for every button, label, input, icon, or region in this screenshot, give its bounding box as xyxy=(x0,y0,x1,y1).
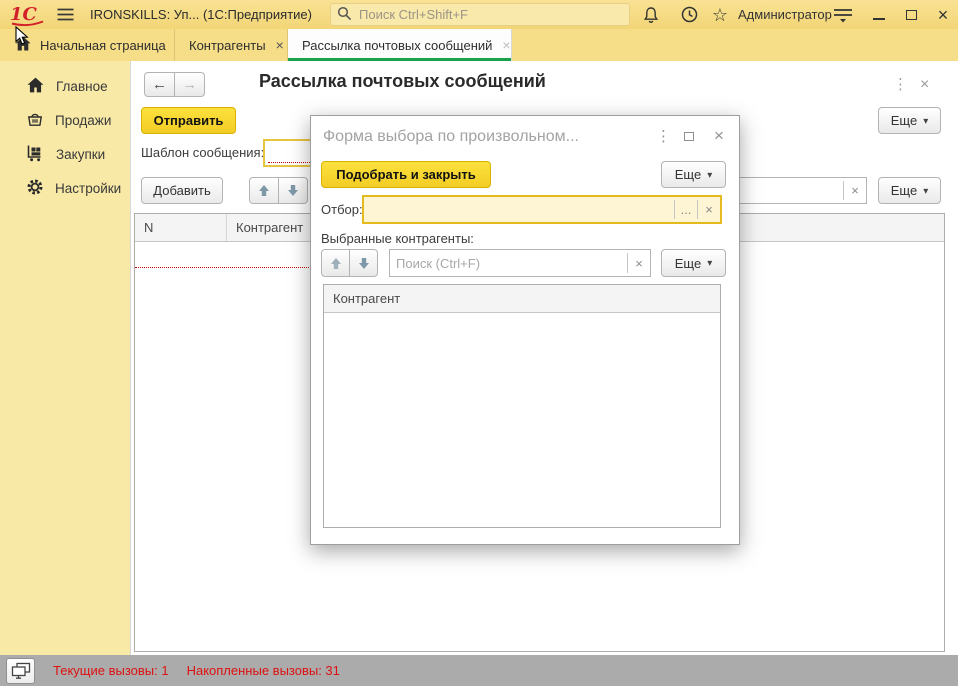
sidebar: Главное Продажи Закупки Настройки xyxy=(0,61,130,655)
1c-logo-icon: 1С xyxy=(8,0,46,29)
sidebar-item-label: Закупки xyxy=(56,147,105,162)
caret-down-icon: ▾ xyxy=(707,258,712,269)
tabbar: Начальная страница Контрагенты × Рассылк… xyxy=(0,29,958,61)
dialog-search-input[interactable] xyxy=(390,250,627,276)
sidebar-item-glavnoe[interactable]: Главное xyxy=(0,72,130,100)
current-calls: Текущие вызовы: 1 xyxy=(53,663,169,678)
sidebar-item-nastroyki[interactable]: Настройки xyxy=(0,174,130,202)
application-window: 1С IRONSKILLS: Уп... (1С:Предприятие) ☆ … xyxy=(0,0,958,686)
arrow-down-icon xyxy=(287,184,299,197)
tab-close-icon[interactable]: × xyxy=(502,38,510,52)
notifications-bell-icon[interactable] xyxy=(638,0,664,29)
back-arrow-icon: ← xyxy=(152,76,167,93)
basket-icon xyxy=(26,110,44,131)
home-icon xyxy=(26,76,45,97)
tab-label: Контрагенты xyxy=(189,38,266,53)
maximize-button[interactable] xyxy=(898,0,924,29)
form-more-button[interactable]: Еще ▾ xyxy=(878,107,941,134)
search-icon xyxy=(337,6,352,24)
arrow-up-icon xyxy=(330,257,342,270)
send-button[interactable]: Отправить xyxy=(141,107,236,134)
tab-label: Начальная страница xyxy=(40,38,166,53)
page-title: Рассылка почтовых сообщений xyxy=(259,71,546,92)
sidebar-item-zakupki[interactable]: Закупки xyxy=(0,140,130,168)
move-down-button[interactable] xyxy=(278,177,308,204)
forward-arrow-icon: → xyxy=(182,76,197,93)
tab-kontragenty[interactable]: Контрагенты × xyxy=(175,29,288,61)
home-icon xyxy=(14,35,32,55)
dialog-menu-kebab-icon[interactable]: ⋮ xyxy=(656,129,671,144)
arrow-up-icon xyxy=(258,184,270,197)
performance-indicator-icon[interactable] xyxy=(6,658,35,684)
dialog-move-down-button[interactable] xyxy=(349,249,378,277)
clear-filter-icon[interactable]: × xyxy=(698,197,720,222)
titlebar: 1С IRONSKILLS: Уп... (1С:Предприятие) ☆ … xyxy=(0,0,958,29)
selection-dialog: Форма выбора по произвольном... ⋮ × Подо… xyxy=(310,115,740,545)
list-more-button[interactable]: Еще ▾ xyxy=(878,177,941,204)
choose-ellipsis-icon[interactable]: ... xyxy=(675,197,697,222)
tab-home[interactable]: Начальная страница xyxy=(0,29,175,61)
sidebar-item-label: Главное xyxy=(56,79,108,94)
add-button[interactable]: Добавить xyxy=(141,177,223,204)
dialog-title: Форма выбора по произвольном... xyxy=(323,128,579,146)
close-icon: × xyxy=(938,6,949,24)
global-search[interactable] xyxy=(330,3,630,26)
clear-search-icon[interactable]: × xyxy=(628,250,650,276)
statusbar: Текущие вызовы: 1 Накопленные вызовы: 31 xyxy=(0,655,958,686)
filter-field[interactable]: ... × xyxy=(362,195,722,224)
caret-down-icon: ▾ xyxy=(707,170,712,181)
dialog-close-icon[interactable]: × xyxy=(714,127,724,144)
table-header: Контрагент xyxy=(324,285,720,313)
forward-button[interactable]: → xyxy=(174,72,205,97)
dialog-maximize-icon[interactable] xyxy=(684,132,694,141)
minimize-button[interactable] xyxy=(866,0,892,29)
minimize-icon xyxy=(873,18,885,20)
dialog-search-field[interactable]: × xyxy=(389,249,651,277)
dialog-move-up-button[interactable] xyxy=(321,249,350,277)
move-up-button[interactable] xyxy=(249,177,279,204)
global-search-input[interactable] xyxy=(357,6,623,23)
main-menu-button[interactable] xyxy=(52,0,78,29)
dialog-more-button[interactable]: Еще ▾ xyxy=(661,161,726,188)
column-header-n[interactable]: N xyxy=(135,214,227,241)
service-menu-icon[interactable] xyxy=(828,0,858,29)
filter-label: Отбор: xyxy=(321,202,363,217)
clear-search-icon[interactable]: × xyxy=(844,178,866,203)
caret-down-icon: ▾ xyxy=(923,186,928,197)
history-clock-icon[interactable] xyxy=(676,0,702,29)
selected-contractors-table: Контрагент xyxy=(323,284,721,528)
tab-rassylka[interactable]: Рассылка почтовых сообщений × xyxy=(288,29,512,61)
form-menu-kebab-icon[interactable]: ⋮ xyxy=(893,77,908,92)
close-window-button[interactable]: × xyxy=(930,0,956,29)
form-close-icon[interactable]: × xyxy=(920,77,929,93)
template-field-label: Шаблон сообщения: xyxy=(141,145,264,160)
sidebar-item-prodazhi[interactable]: Продажи xyxy=(0,106,130,134)
user-name: Администратор xyxy=(738,0,832,29)
filter-input[interactable] xyxy=(364,197,674,222)
sidebar-item-label: Продажи xyxy=(55,113,111,128)
svg-text:1С: 1С xyxy=(10,4,38,25)
pick-and-close-button[interactable]: Подобрать и закрыть xyxy=(321,161,491,188)
arrow-down-icon xyxy=(358,257,370,270)
tab-label: Рассылка почтовых сообщений xyxy=(302,38,492,53)
favorites-star-icon[interactable]: ☆ xyxy=(707,0,733,29)
back-button[interactable]: ← xyxy=(144,72,175,97)
accumulated-calls: Накопленные вызовы: 31 xyxy=(187,663,340,678)
gear-icon xyxy=(26,178,44,199)
column-header-kontragent[interactable]: Контрагент xyxy=(324,285,720,312)
sidebar-item-label: Настройки xyxy=(55,181,121,196)
selected-section-label: Выбранные контрагенты: xyxy=(321,231,474,246)
dialog-list-more-button[interactable]: Еще ▾ xyxy=(661,249,726,277)
cart-icon xyxy=(26,144,45,165)
app-title: IRONSKILLS: Уп... (1С:Предприятие) xyxy=(90,0,312,29)
maximize-icon xyxy=(906,10,917,20)
tab-close-icon[interactable]: × xyxy=(276,38,284,52)
caret-down-icon: ▾ xyxy=(923,116,928,127)
